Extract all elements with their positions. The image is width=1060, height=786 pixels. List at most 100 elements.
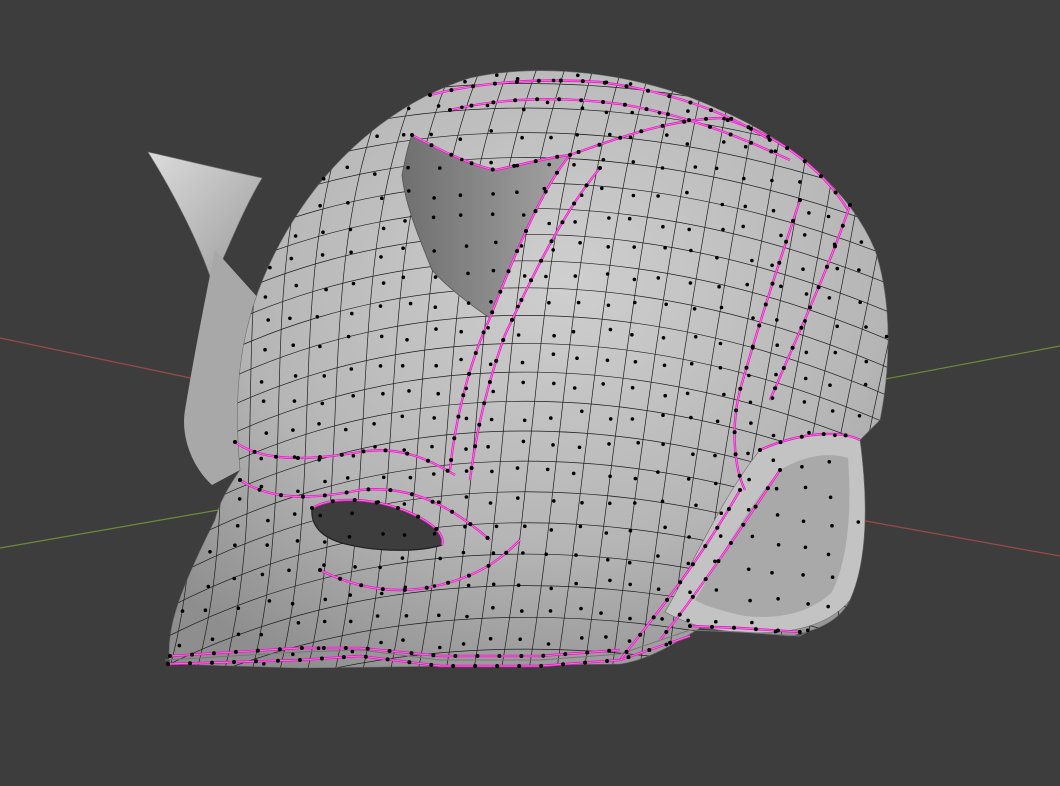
mesh-vertex[interactable] — [405, 451, 410, 456]
mesh-vertex[interactable] — [429, 143, 434, 148]
mesh-vertex[interactable] — [432, 531, 437, 536]
mesh-vertex[interactable] — [646, 88, 650, 93]
mesh-vertex[interactable] — [320, 253, 325, 257]
mesh-vertex[interactable] — [803, 376, 808, 381]
mesh-vertex[interactable] — [279, 493, 283, 498]
mesh-vertex[interactable] — [790, 345, 795, 350]
mesh-vertex[interactable] — [514, 79, 519, 84]
mesh-vertex[interactable] — [716, 559, 721, 564]
mesh-vertex[interactable] — [477, 422, 482, 427]
mesh-vertex[interactable] — [688, 624, 692, 628]
mesh-vertex[interactable] — [732, 430, 737, 435]
mesh-vertex[interactable] — [486, 326, 490, 330]
mesh-vertex[interactable] — [533, 159, 538, 164]
mesh-vertex[interactable] — [753, 627, 758, 632]
mesh-vertex[interactable] — [409, 651, 414, 656]
mesh-vertex[interactable] — [630, 332, 634, 337]
mesh-vertex[interactable] — [785, 146, 790, 151]
mesh-vertex[interactable] — [463, 79, 467, 84]
mesh-vertex[interactable] — [857, 268, 861, 272]
mesh-vertex[interactable] — [374, 500, 379, 505]
mesh-vertex[interactable] — [715, 419, 720, 424]
mesh-vertex[interactable] — [401, 246, 405, 250]
mesh-vertex[interactable] — [488, 636, 493, 641]
mesh-vertex[interactable] — [400, 556, 405, 560]
mesh-vertex[interactable] — [431, 653, 436, 658]
mesh-vertex[interactable] — [544, 552, 548, 556]
mesh-vertex[interactable] — [575, 356, 579, 361]
mesh-vertex[interactable] — [259, 456, 264, 461]
mesh-vertex[interactable] — [464, 447, 468, 451]
mesh-vertex[interactable] — [296, 621, 301, 625]
mesh-vertex[interactable] — [741, 522, 746, 527]
mesh-vertex[interactable] — [661, 224, 665, 229]
mesh-vertex[interactable] — [774, 372, 778, 377]
mesh-vertex[interactable] — [379, 640, 383, 645]
mesh-vertex[interactable] — [816, 285, 821, 290]
mesh-vertex[interactable] — [344, 490, 349, 495]
mesh-vertex[interactable] — [291, 652, 295, 657]
mesh-vertex[interactable] — [533, 209, 538, 214]
mesh-vertex[interactable] — [606, 558, 610, 562]
mesh-vertex[interactable] — [688, 590, 692, 594]
mesh-vertex[interactable] — [437, 613, 441, 618]
mesh-vertex[interactable] — [583, 660, 588, 665]
mesh-vertex[interactable] — [600, 186, 604, 191]
mesh-vertex[interactable] — [341, 655, 346, 660]
mesh-vertex[interactable] — [318, 203, 322, 208]
mesh-vertex[interactable] — [233, 649, 238, 654]
mesh-vertex[interactable] — [515, 466, 520, 470]
mesh-vertex[interactable] — [578, 241, 582, 245]
mesh-vertex[interactable] — [618, 135, 623, 140]
mesh-vertex[interactable] — [686, 109, 690, 113]
mesh-vertex[interactable] — [405, 338, 409, 342]
mesh-vertex[interactable] — [863, 382, 868, 387]
mesh-vertex[interactable] — [379, 255, 383, 259]
mesh-vertex[interactable] — [773, 149, 778, 153]
mesh-vertex[interactable] — [748, 400, 753, 405]
mesh-vertex[interactable] — [685, 391, 690, 396]
mesh-vertex[interactable] — [501, 338, 506, 342]
mesh-vertex[interactable] — [574, 581, 578, 586]
mesh-vertex[interactable] — [288, 316, 292, 321]
mesh-vertex[interactable] — [293, 234, 298, 238]
mesh-vertex[interactable] — [636, 441, 640, 445]
mesh-vertex[interactable] — [608, 474, 612, 479]
mesh-vertex[interactable] — [715, 255, 719, 260]
mesh-vertex[interactable] — [504, 550, 509, 555]
mesh-vertex[interactable] — [323, 597, 328, 602]
mesh-vertex[interactable] — [366, 487, 371, 492]
mesh-vertex[interactable] — [599, 611, 603, 615]
mesh-vertex[interactable] — [490, 310, 495, 315]
mesh-vertex[interactable] — [664, 642, 669, 647]
mesh-vertex[interactable] — [770, 178, 774, 183]
mesh-vertex[interactable] — [579, 606, 583, 611]
mesh-vertex[interactable] — [807, 211, 811, 215]
mesh-vertex[interactable] — [827, 460, 832, 464]
mesh-vertex[interactable] — [190, 652, 194, 657]
mesh-vertex[interactable] — [775, 513, 780, 517]
mesh-vertex[interactable] — [348, 227, 353, 232]
mesh-vertex[interactable] — [576, 73, 580, 78]
mesh-vertex[interactable] — [644, 107, 649, 112]
mesh-vertex[interactable] — [552, 381, 556, 386]
mesh-vertex[interactable] — [489, 129, 494, 133]
mesh-vertex[interactable] — [521, 551, 525, 555]
mesh-vertex[interactable] — [776, 543, 781, 547]
mesh-vertex[interactable] — [323, 540, 327, 544]
mesh-vertex[interactable] — [571, 471, 576, 476]
mesh-vertex[interactable] — [802, 400, 807, 404]
mesh-vertex[interactable] — [568, 153, 572, 157]
mesh-vertex[interactable] — [734, 408, 739, 413]
mesh-vertex[interactable] — [662, 363, 667, 368]
mesh-vertex[interactable] — [485, 103, 490, 108]
mesh-vertex[interactable] — [541, 653, 546, 658]
mesh-vertex[interactable] — [545, 100, 550, 105]
mesh-vertex[interactable] — [689, 361, 694, 366]
mesh-vertex[interactable] — [575, 133, 579, 137]
mesh-vertex[interactable] — [638, 632, 643, 637]
mesh-vertex[interactable] — [748, 598, 752, 603]
mesh-vertex[interactable] — [843, 433, 848, 438]
mesh-vertex[interactable] — [488, 362, 493, 367]
mesh-vertex[interactable] — [665, 597, 670, 602]
